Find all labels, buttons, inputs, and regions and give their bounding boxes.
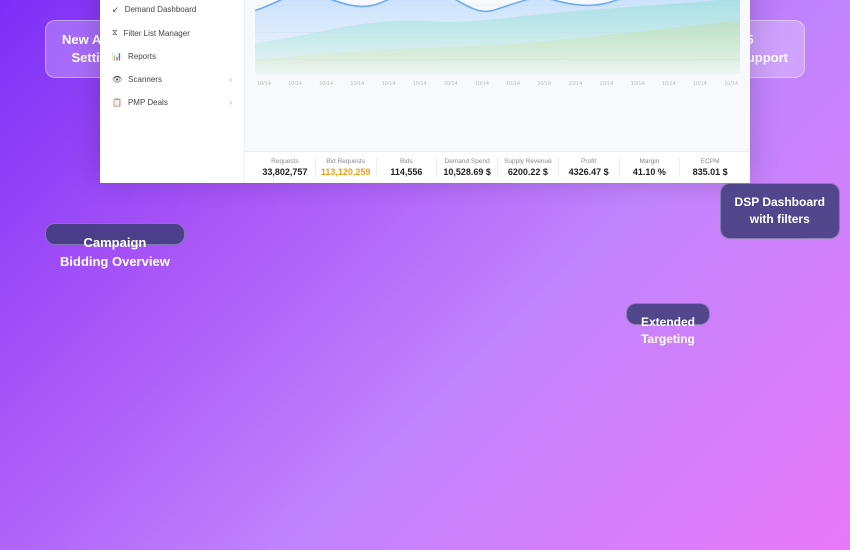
sidebar-item-reports[interactable]: 📊 Reports	[100, 45, 244, 68]
chart-area: 10/14 10/14 10/14 10/14 10/14 10/14 10/1…	[245, 0, 750, 151]
sidebar-item-demand-dashboard[interactable]: ↙ Demand Dashboard	[100, 0, 244, 21]
scanners-icon: 👁	[112, 75, 122, 84]
sidebar-item-label: PMP Deals	[128, 98, 168, 107]
sidebar-item-label: Filter List Manager	[124, 29, 190, 38]
stat-bid-requests: Bid Requests 113,120,259	[316, 158, 377, 177]
stat-demand-spend: Demand Spend 10,528.69 $	[437, 158, 498, 177]
chart-time-labels: 10/14 10/14 10/14 10/14 10/14 10/14 10/1…	[255, 81, 740, 87]
demand-dashboard-icon: ↙	[112, 5, 119, 14]
stat-supply-revenue: Supply Revenue 6200.22 $	[498, 158, 559, 177]
pmp-deals-icon: 📋	[112, 98, 122, 107]
reports-icon: 📊	[112, 52, 122, 61]
dashboard-card: YOUR LOGO ! John Doe 👤 ID 01 | Support $…	[100, 0, 750, 183]
chevron-right-icon: ›	[229, 98, 232, 107]
sidebar-item-label: Demand Dashboard	[125, 5, 197, 14]
stat-margin: Margin 41.10 %	[620, 158, 681, 177]
line-chart	[255, 0, 740, 76]
filter-list-icon: ⧖	[112, 28, 118, 38]
dsp-dashboard-badge: DSP Dashboardwith filters	[720, 183, 840, 239]
extended-targeting-badge: ExtendedTargeting	[626, 303, 710, 325]
sidebar-item-scanners[interactable]: 👁 Scanners ›	[100, 68, 244, 91]
stat-requests: Requests 33,802,757	[255, 158, 316, 177]
sidebar-item-pmp-deals[interactable]: 📋 PMP Deals ›	[100, 91, 244, 114]
campaign-bidding-badge: CampaignBidding Overview	[45, 223, 185, 245]
sidebar-item-label: Scanners	[128, 75, 162, 84]
stat-ecpm: ECPM 835.01 $	[680, 158, 740, 177]
stat-profit: Profit 4326.47 $	[559, 158, 620, 177]
chevron-right-icon: ›	[229, 75, 232, 84]
stats-row: Requests 33,802,757 Bid Requests 113,120…	[245, 151, 750, 183]
sidebar-item-label: Reports	[128, 52, 156, 61]
dashboard-main: Dashboard ⚙ Inventories Companies All Co…	[245, 0, 750, 183]
sidebar-item-filter-list[interactable]: ⧖ Filter List Manager	[100, 21, 244, 45]
dashboard-sidebar: YOUR LOGO ! John Doe 👤 ID 01 | Support $…	[100, 0, 245, 183]
stat-bids: Bids 114,556	[377, 158, 438, 177]
